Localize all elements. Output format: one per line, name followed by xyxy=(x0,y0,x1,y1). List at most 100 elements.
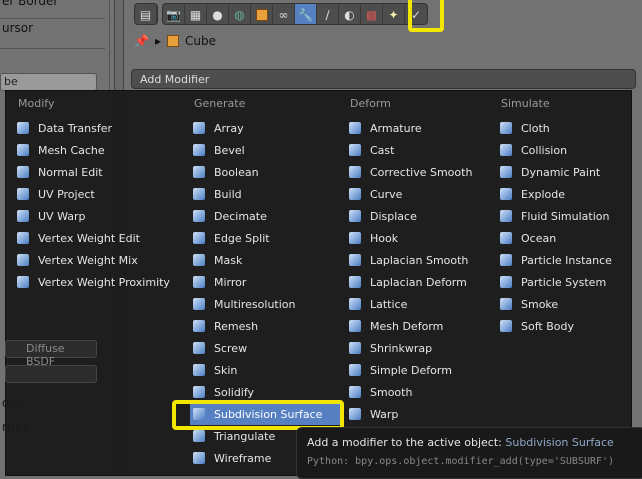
menu-item-skin[interactable]: Skin xyxy=(190,359,342,381)
menu-item-label: Collision xyxy=(521,143,568,157)
menu-item-vertex-weight-mix[interactable]: Vertex Weight Mix xyxy=(14,249,170,271)
menu-item-label: Explode xyxy=(521,187,565,201)
menu-item-bevel[interactable]: Bevel xyxy=(190,139,342,161)
object-name-field[interactable]: be xyxy=(0,73,97,91)
menu-item-lattice[interactable]: Lattice xyxy=(346,293,472,315)
cube-icon xyxy=(166,35,179,47)
menu-item-laplacian-deform[interactable]: Laplacian Deform xyxy=(346,271,472,293)
scene-icon[interactable]: ● xyxy=(207,4,229,24)
menu-item-simple-deform[interactable]: Simple Deform xyxy=(346,359,472,381)
menu-item-hook[interactable]: Hook xyxy=(346,227,472,249)
menu-column-simulate: Simulate Cloth Collision Dynamic Paint Explo… xyxy=(497,97,612,337)
menu-item-multiresolution[interactable]: Multiresolution xyxy=(190,293,342,315)
menu-item-smooth[interactable]: Smooth xyxy=(346,381,472,403)
uv-warp-icon xyxy=(17,210,29,222)
menu-item-array[interactable]: Array xyxy=(190,117,342,139)
menu-item-mirror[interactable]: Mirror xyxy=(190,271,342,293)
corrective-smooth-icon xyxy=(349,166,361,178)
constraints-icon[interactable]: ∞ xyxy=(273,4,295,24)
object-icon[interactable] xyxy=(251,4,273,24)
modifiers-wrench-icon[interactable]: 🔧 xyxy=(295,4,317,24)
menu-item-label: Vertex Weight Proximity xyxy=(38,275,170,289)
menu-item-smoke[interactable]: Smoke xyxy=(497,293,612,315)
particles-icon[interactable]: ✦ xyxy=(383,4,405,24)
world-icon[interactable]: ◍ xyxy=(229,4,251,24)
menu-item-label: Normal Edit xyxy=(38,165,103,179)
material-icon[interactable]: ◐ xyxy=(339,4,361,24)
menu-item-armature[interactable]: Armature xyxy=(346,117,472,139)
menu-column-deform: Deform Armature Cast Corrective Smooth Curve… xyxy=(346,97,472,447)
menu-item-collision[interactable]: Collision xyxy=(497,139,612,161)
texture-icon[interactable]: ▩ xyxy=(361,4,383,24)
menu-item-build[interactable]: Build xyxy=(190,183,342,205)
cast-icon xyxy=(349,144,361,156)
editor-type-icon[interactable]: ▤ xyxy=(135,4,157,24)
menu-item-vertex-weight-edit[interactable]: Vertex Weight Edit xyxy=(14,227,170,249)
curve-icon xyxy=(349,188,361,200)
breadcrumb-object: Cube xyxy=(184,34,216,48)
menu-item-label: Data Transfer xyxy=(38,121,112,135)
menu-item-decimate[interactable]: Decimate xyxy=(190,205,342,227)
shader-field-empty[interactable] xyxy=(5,365,97,383)
build-icon xyxy=(193,188,205,200)
menu-item-label: Hook xyxy=(370,231,399,245)
divider xyxy=(0,48,105,49)
menu-item-screw[interactable]: Screw xyxy=(190,337,342,359)
menu-item-laplacian-smooth[interactable]: Laplacian Smooth xyxy=(346,249,472,271)
menu-item-label: Lattice xyxy=(370,297,408,311)
menu-item-label: Vertex Weight Mix xyxy=(38,253,138,267)
menu-item-uv-warp[interactable]: UV Warp xyxy=(14,205,170,227)
object-data-icon: ▸ xyxy=(154,34,161,48)
multiresolution-icon xyxy=(193,298,205,310)
menu-item-label: Particle System xyxy=(521,275,607,289)
menu-item-mesh-cache[interactable]: Mesh Cache xyxy=(14,139,170,161)
menu-item-dynamic-paint[interactable]: Dynamic Paint xyxy=(497,161,612,183)
menu-item-uv-project[interactable]: UV Project xyxy=(14,183,170,205)
menu-item-boolean[interactable]: Boolean xyxy=(190,161,342,183)
mesh-cache-icon xyxy=(17,144,29,156)
menu-item-shrinkwrap[interactable]: Shrinkwrap xyxy=(346,337,472,359)
boolean-icon xyxy=(193,166,205,178)
menu-item-remesh[interactable]: Remesh xyxy=(190,315,342,337)
armature-icon xyxy=(349,122,361,134)
menu-item-fluid-simulation[interactable]: Fluid Simulation xyxy=(497,205,612,227)
displace-icon xyxy=(349,210,361,222)
soft-body-icon xyxy=(500,320,512,332)
menu-item-warp[interactable]: Warp xyxy=(346,403,472,425)
menu-item-soft-body[interactable]: Soft Body xyxy=(497,315,612,337)
add-modifier-dropdown[interactable]: Add Modifier xyxy=(131,69,636,89)
menu-item-label: Mask xyxy=(214,253,243,267)
menu-item-label: UV Project xyxy=(38,187,95,201)
simple-deform-icon xyxy=(349,364,361,376)
vertex-weight-proximity-icon xyxy=(17,276,29,288)
menu-item-particle-instance[interactable]: Particle Instance xyxy=(497,249,612,271)
shader-field[interactable]: Diffuse BSDF xyxy=(5,340,97,368)
menu-item-particle-system[interactable]: Particle System xyxy=(497,271,612,293)
menu-item-explode[interactable]: Explode xyxy=(497,183,612,205)
render-layers-icon[interactable]: ▦ xyxy=(185,4,207,24)
menu-item-data-transfer[interactable]: Data Transfer xyxy=(14,117,170,139)
menu-item-label: Warp xyxy=(370,407,399,421)
menu-item-label: Wireframe xyxy=(214,451,272,465)
menu-item-cast[interactable]: Cast xyxy=(346,139,472,161)
menu-item-vertex-weight-proximity[interactable]: Vertex Weight Proximity xyxy=(14,271,170,293)
menu-item-mesh-deform[interactable]: Mesh Deform xyxy=(346,315,472,337)
render-icon[interactable]: 📷 xyxy=(163,4,185,24)
menu-item-label: Build xyxy=(214,187,242,201)
menu-item-ocean[interactable]: Ocean xyxy=(497,227,612,249)
panel-header-cursor[interactable]: ursor xyxy=(0,21,105,41)
menu-item-mask[interactable]: Mask xyxy=(190,249,342,271)
menu-item-corrective-smooth[interactable]: Corrective Smooth xyxy=(346,161,472,183)
menu-item-curve[interactable]: Curve xyxy=(346,183,472,205)
pin-icon[interactable]: 📌 xyxy=(134,34,149,48)
menu-item-displace[interactable]: Displace xyxy=(346,205,472,227)
menu-item-edge-split[interactable]: Edge Split xyxy=(190,227,342,249)
menu-item-cloth[interactable]: Cloth xyxy=(497,117,612,139)
data-icon[interactable]: ∕ xyxy=(317,4,339,24)
edge-split-icon xyxy=(193,232,205,244)
menu-item-label: Cloth xyxy=(521,121,550,135)
explode-icon xyxy=(500,188,512,200)
uv-project-icon xyxy=(17,188,29,200)
dynamic-paint-icon xyxy=(500,166,512,178)
menu-item-normal-edit[interactable]: Normal Edit xyxy=(14,161,170,183)
